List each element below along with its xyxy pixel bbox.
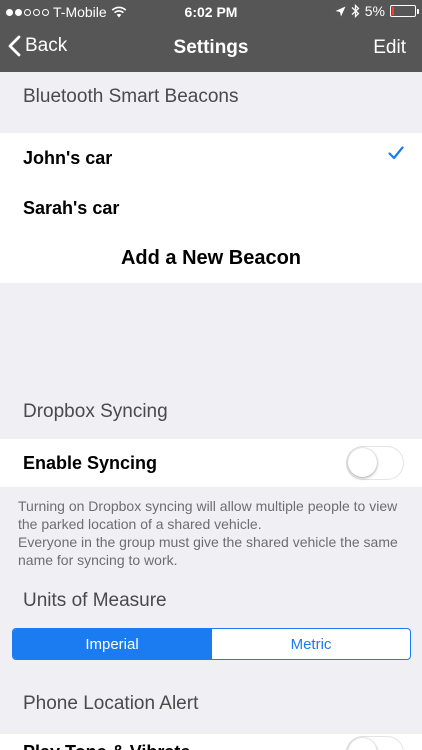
units-segmented-control: Imperial Metric: [12, 628, 411, 660]
segment-imperial[interactable]: Imperial: [13, 629, 211, 659]
dropbox-footnote-line-2: Everyone in the group must give the shar…: [18, 534, 398, 568]
enable-syncing-toggle[interactable]: [346, 446, 404, 480]
toggle-knob: [348, 448, 377, 477]
dropbox-footnote-line-1: Turning on Dropbox syncing will allow mu…: [18, 498, 398, 532]
segment-metric[interactable]: Metric: [211, 629, 410, 659]
navigation-bar: Back Settings Edit: [0, 24, 422, 72]
dropbox-group: Enable Syncing: [0, 439, 422, 487]
page-title: Settings: [173, 37, 249, 58]
beacon-label: John's car: [23, 147, 113, 168]
play-tone-vibrate-label: Play Tone & Vibrate: [23, 742, 190, 750]
status-bar: T-Mobile 6:02 PM 5%: [0, 0, 422, 24]
battery-icon: [390, 5, 419, 17]
beacon-row-sarahs-car[interactable]: Sarah's car: [0, 183, 422, 233]
beacon-label: Sarah's car: [23, 197, 120, 218]
add-new-beacon-button[interactable]: Add a New Beacon: [0, 233, 422, 283]
checkmark-icon: [388, 146, 404, 160]
beacon-row-johns-car[interactable]: John's car: [0, 133, 422, 183]
toggle-knob: [348, 738, 377, 750]
bluetooth-icon: [351, 4, 360, 18]
battery-percent: 5%: [364, 3, 385, 19]
play-tone-vibrate-row: Play Tone & Vibrate: [0, 734, 422, 750]
enable-syncing-row: Enable Syncing: [0, 439, 422, 487]
alert-section-header: Phone Location Alert: [23, 693, 199, 714]
status-right-group: 5%: [335, 3, 419, 19]
units-section-header: Units of Measure: [23, 590, 167, 611]
dropbox-footnote: Turning on Dropbox syncing will allow mu…: [18, 497, 408, 569]
enable-syncing-label: Enable Syncing: [23, 452, 158, 473]
edit-button[interactable]: Edit: [373, 37, 406, 59]
location-arrow-icon: [335, 6, 346, 16]
play-tone-vibrate-toggle[interactable]: [346, 736, 404, 750]
beacons-list: John's car Sarah's car Add a New Beacon: [0, 133, 422, 283]
beacons-section-header: Bluetooth Smart Beacons: [23, 86, 239, 107]
alert-group: Play Tone & Vibrate: [0, 734, 422, 750]
dropbox-section-header: Dropbox Syncing: [23, 401, 168, 422]
